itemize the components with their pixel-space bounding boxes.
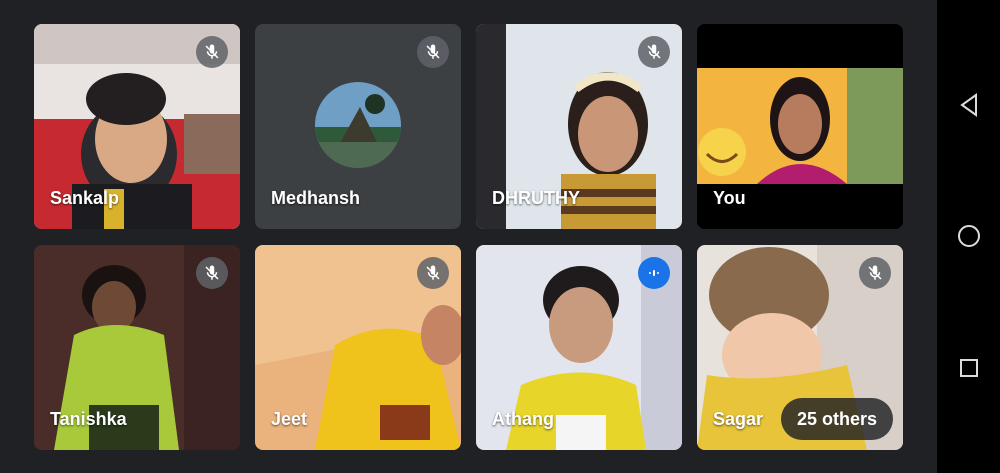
back-triangle-icon[interactable] <box>956 92 982 118</box>
participant-grid: Sankalp Medhansh DHRUTHY You Tanishka Je… <box>34 24 904 450</box>
mic-muted-icon <box>417 36 449 68</box>
mic-muted-icon <box>859 257 891 289</box>
participant-tile-sagar[interactable]: Sagar 25 others <box>697 245 903 450</box>
participant-tile-jeet[interactable]: Jeet <box>255 245 461 450</box>
home-circle-icon[interactable] <box>956 223 982 249</box>
participant-name: You <box>713 188 746 208</box>
speaking-indicator-icon <box>638 257 670 289</box>
mic-muted-icon <box>196 257 228 289</box>
participant-name: Tanishka <box>50 409 127 429</box>
mic-muted-icon <box>638 36 670 68</box>
others-button[interactable]: 25 others <box>780 398 893 440</box>
participant-name: Athang <box>492 409 554 429</box>
recents-square-icon[interactable] <box>956 355 982 381</box>
participant-name: Jeet <box>271 409 308 429</box>
mic-muted-icon <box>417 257 449 289</box>
participant-name: DHRUTHY <box>492 188 580 208</box>
android-navigation-bar <box>937 0 1000 473</box>
participant-name: Sagar <box>713 409 764 429</box>
participant-tile-sankalp[interactable]: Sankalp <box>34 24 240 229</box>
participant-tile-self[interactable]: You <box>697 24 903 229</box>
participant-tile-dhruthy[interactable]: DHRUTHY <box>476 24 682 229</box>
participant-name: Sankalp <box>50 188 120 208</box>
participant-tile-medhansh[interactable]: Medhansh <box>255 24 461 229</box>
participant-tile-tanishka[interactable]: Tanishka <box>34 245 240 450</box>
participant-tile-athang[interactable]: Athang <box>476 245 682 450</box>
avatar <box>315 82 401 168</box>
mic-muted-icon <box>196 36 228 68</box>
participant-name: Medhansh <box>271 188 361 208</box>
